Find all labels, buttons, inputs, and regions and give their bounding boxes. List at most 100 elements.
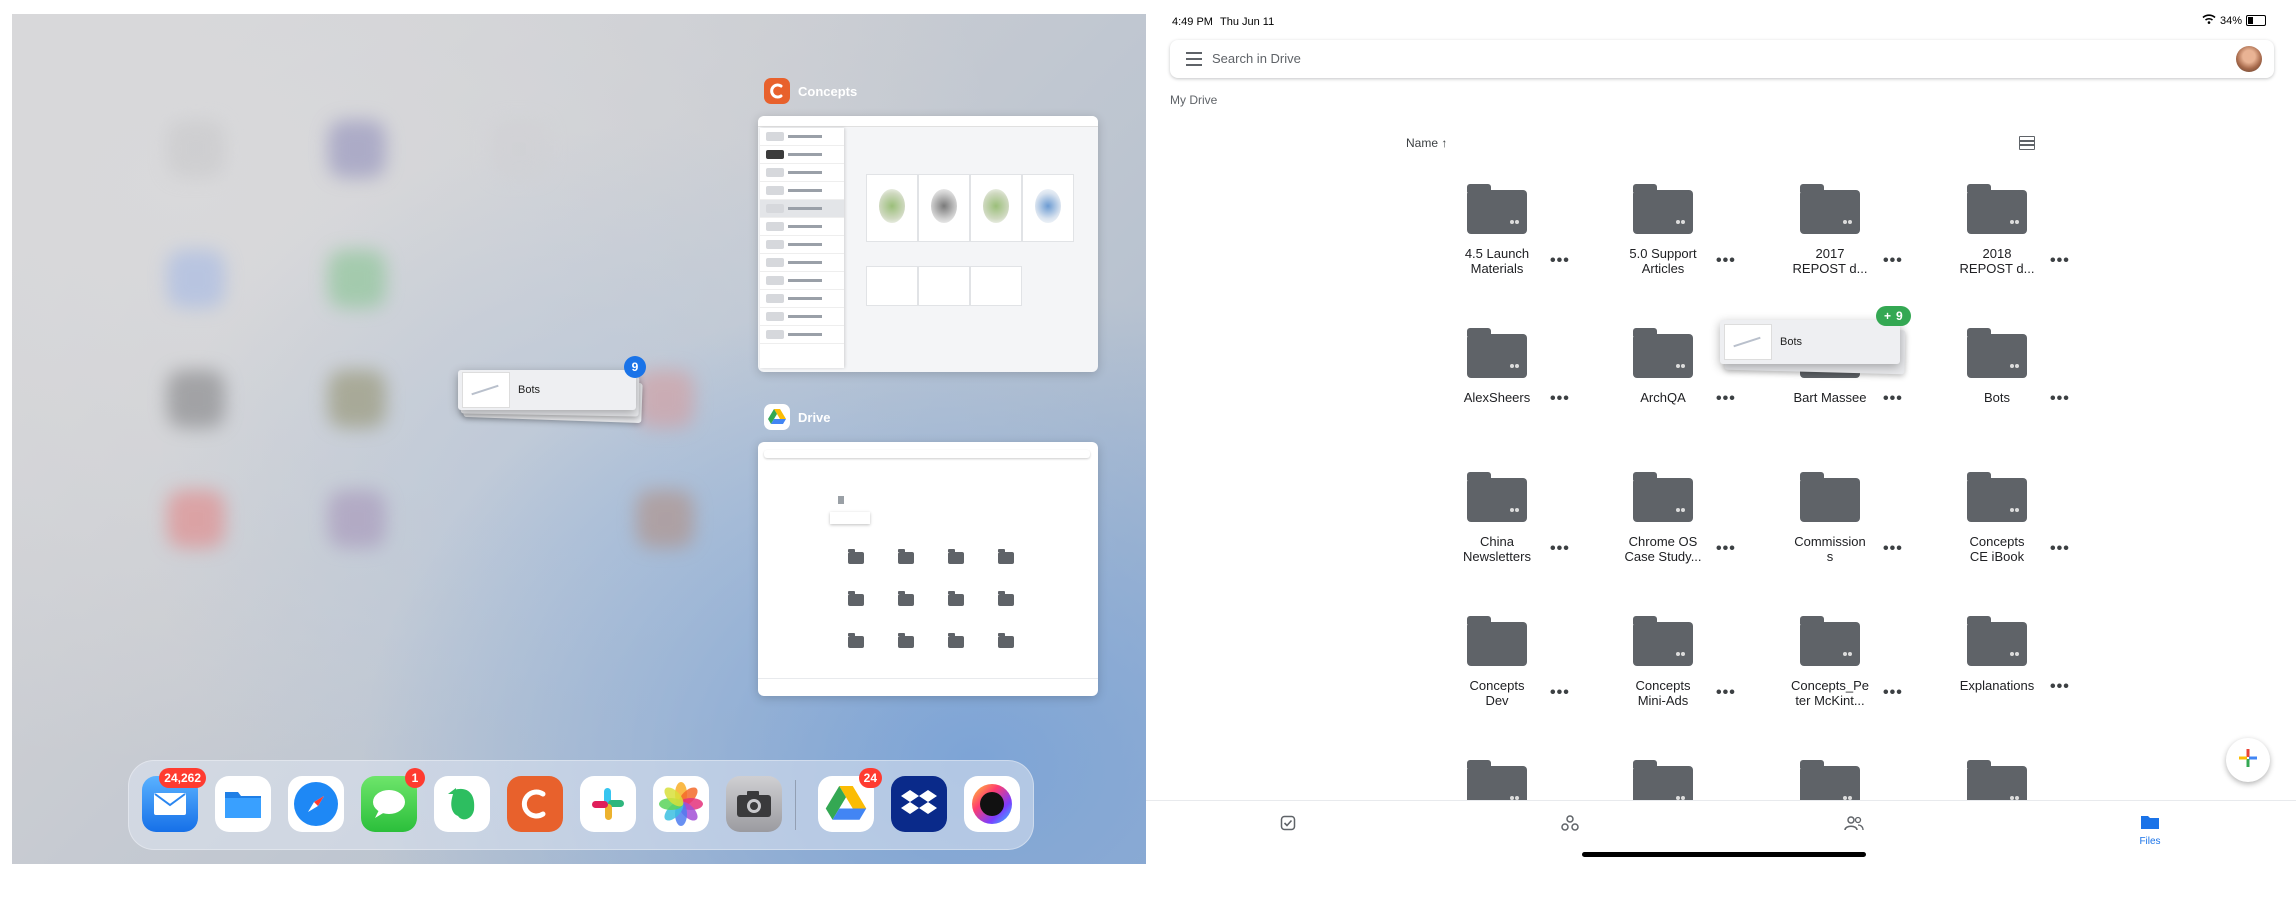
folder-item[interactable]: 5.0 Support Articles •••	[1580, 184, 1746, 330]
shared-folder-icon	[1510, 508, 1519, 514]
folder-icon	[1800, 616, 1860, 666]
mini-thumbnail	[970, 174, 1022, 242]
google-drive-logo-icon	[764, 404, 790, 430]
more-options-icon[interactable]: •••	[2050, 540, 2070, 558]
nav-workspaces[interactable]	[1540, 815, 1600, 836]
list-view-icon[interactable]	[2019, 136, 2035, 150]
concepts-icon[interactable]	[507, 776, 563, 832]
wifi-icon	[2202, 14, 2216, 27]
search-input[interactable]: Search in Drive	[1212, 51, 1301, 66]
folder-icon	[1467, 616, 1527, 666]
mini-folder	[998, 591, 1014, 606]
folder-icon	[1967, 616, 2027, 666]
nav-files-label: Files	[2139, 836, 2161, 847]
more-options-icon[interactable]: •••	[1550, 252, 1570, 270]
menu-icon[interactable]	[1186, 52, 1202, 70]
folder-item[interactable]: 2018 REPOST d... •••	[1914, 184, 2080, 330]
mini-row	[760, 128, 844, 146]
folder-item[interactable]: Concepts CE iBook •••	[1914, 472, 2080, 618]
more-options-icon[interactable]: •••	[1716, 390, 1736, 408]
more-options-icon[interactable]: •••	[1716, 684, 1736, 702]
drag-label: Bots	[1780, 336, 1803, 348]
priority-icon	[1280, 815, 1296, 835]
camera-icon[interactable]	[726, 776, 782, 832]
folder-item[interactable]: Concepts_Pe ter McKint... •••	[1747, 616, 1913, 762]
drive-card[interactable]	[758, 442, 1098, 696]
concepts-mini-sidebar	[760, 128, 844, 368]
workspaces-icon	[1561, 815, 1579, 835]
mail-badge: 24,262	[159, 768, 206, 788]
blurred-icon	[636, 370, 694, 428]
new-button[interactable]	[2226, 738, 2270, 782]
mini-row	[760, 326, 844, 344]
sort-button[interactable]: Name ↑	[1406, 136, 1447, 150]
more-options-icon[interactable]: •••	[1716, 540, 1736, 558]
more-options-icon[interactable]: •••	[1883, 390, 1903, 408]
more-options-icon[interactable]: •••	[1883, 252, 1903, 270]
folder-icon	[1633, 184, 1693, 234]
folder-item[interactable]: Commission s •••	[1747, 472, 1913, 618]
shared-folder-icon	[1510, 364, 1519, 370]
folder-item[interactable]: Concepts Mini-Ads •••	[1580, 616, 1746, 762]
drag-count-badge: + 9	[1876, 306, 1911, 326]
more-options-icon[interactable]: •••	[1883, 540, 1903, 558]
nav-priority[interactable]	[1258, 815, 1318, 836]
folder-item[interactable]: 4.5 Launch Materials •••	[1414, 184, 1580, 330]
concepts-card[interactable]	[758, 116, 1098, 372]
more-options-icon[interactable]: •••	[1716, 252, 1736, 270]
mini-folder	[948, 549, 964, 564]
card-app-name: Drive	[798, 409, 831, 425]
bottom-nav: Files	[1146, 800, 2296, 879]
shared-folder-icon	[1676, 652, 1685, 658]
search-bar[interactable]: Search in Drive	[1170, 40, 2274, 78]
mail-icon[interactable]: 24,262	[142, 768, 206, 832]
folder-icon	[1800, 184, 1860, 234]
folder-item[interactable]: China Newsletters •••	[1414, 472, 1580, 618]
evernote-icon[interactable]	[434, 776, 490, 832]
safari-icon[interactable]	[288, 776, 344, 832]
more-options-icon[interactable]: •••	[1550, 390, 1570, 408]
folder-icon	[1467, 472, 1527, 522]
battery-percent: 34%	[2219, 14, 2242, 27]
more-options-icon[interactable]: •••	[2050, 390, 2070, 408]
folder-icon	[1467, 184, 1527, 234]
avatar[interactable]	[2236, 46, 2262, 72]
home-indicator[interactable]	[1582, 852, 1866, 857]
mini-row	[760, 200, 844, 218]
status-date: Thu Jun 11	[1220, 16, 1275, 28]
mini-folder	[848, 549, 864, 564]
photos-icon[interactable]	[653, 776, 709, 832]
slack-icon[interactable]	[580, 776, 636, 832]
more-options-icon[interactable]: •••	[1550, 540, 1570, 558]
folder-item[interactable]: Chrome OS Case Study... •••	[1580, 472, 1746, 618]
blurred-icon	[167, 370, 225, 428]
folder-item[interactable]: Concepts Dev •••	[1414, 616, 1580, 762]
folder-item[interactable]: Explanations •••	[1914, 616, 2080, 762]
status-time: 4:49 PM	[1172, 16, 1213, 28]
breadcrumb[interactable]: My Drive	[1170, 93, 1217, 107]
messages-icon[interactable]: 1	[361, 768, 425, 832]
nav-files[interactable]: Files	[2120, 815, 2180, 847]
more-options-icon[interactable]: •••	[1550, 684, 1570, 702]
folder-icon	[1633, 616, 1693, 666]
mini-folder	[848, 633, 864, 648]
mini-thumbnail	[918, 266, 970, 306]
dock-divider	[795, 780, 796, 830]
more-options-icon[interactable]: •••	[2050, 252, 2070, 270]
procreate-icon[interactable]	[964, 776, 1020, 832]
drag-count-badge: 9	[624, 356, 646, 378]
files-icon[interactable]	[215, 776, 271, 832]
shared-folder-icon	[2010, 652, 2019, 658]
shared-folder-icon	[2010, 364, 2019, 370]
more-options-icon[interactable]: •••	[1883, 684, 1903, 702]
more-options-icon[interactable]: •••	[2050, 678, 2070, 696]
folder-icon	[1467, 328, 1527, 378]
folder-icon	[1800, 472, 1860, 522]
folder-item[interactable]: Bots •••	[1914, 328, 2080, 474]
blurred-icon	[490, 120, 548, 178]
google-drive-icon[interactable]: 24	[818, 768, 882, 832]
folder-item[interactable]: AlexSheers •••	[1414, 328, 1580, 474]
nav-shared[interactable]	[1824, 815, 1884, 836]
dropbox-icon[interactable]	[891, 776, 947, 832]
folder-icon	[1967, 472, 2027, 522]
